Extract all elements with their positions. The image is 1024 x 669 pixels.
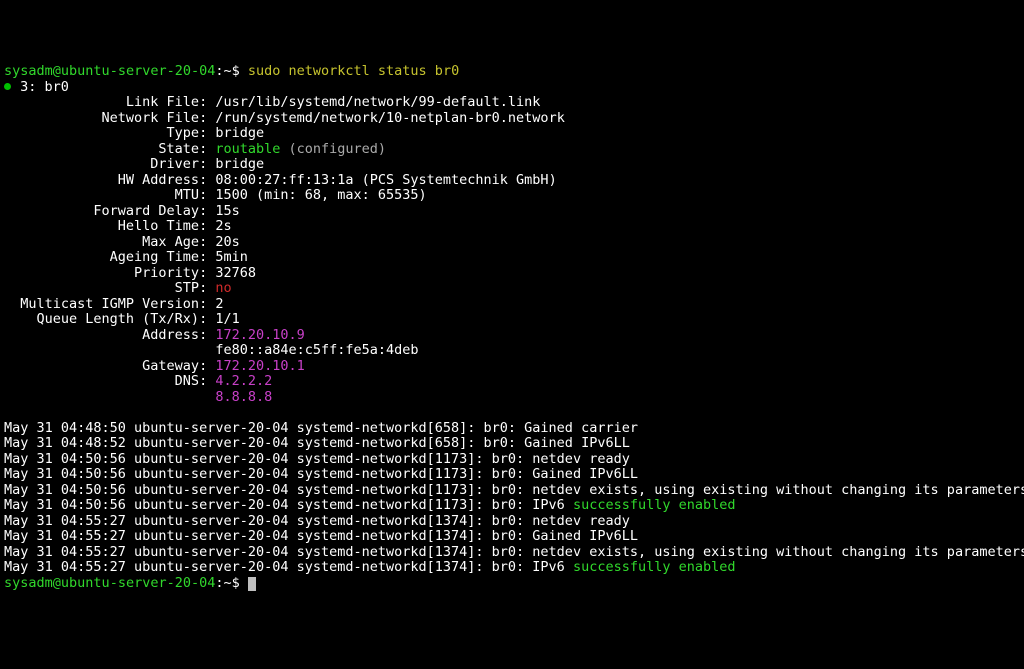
prompt-line[interactable]: sysadm@ubuntu-server-20-04:~$ <box>4 576 1020 592</box>
field-value-state-extra: (configured) <box>280 141 386 157</box>
field-label: Address: <box>4 327 215 343</box>
field-label: STP: <box>4 280 215 296</box>
field-label: Link File: <box>4 94 215 110</box>
log-line: May 31 04:55:27 ubuntu-server-20-04 syst… <box>4 514 1020 530</box>
log-line: May 31 04:55:27 ubuntu-server-20-04 syst… <box>4 560 1020 576</box>
field-value: bridge <box>215 125 264 141</box>
field-value-state: routable <box>215 141 280 157</box>
prompt-sep: @ <box>53 63 61 79</box>
field-hw-address: HW Address: 08:00:27:ff:13:1a (PCS Syste… <box>4 173 1020 189</box>
field-value: 2 <box>215 296 223 312</box>
field-value: 172.20.10.9 <box>215 327 304 343</box>
field-value: 2s <box>215 218 231 234</box>
field-value: 5min <box>215 249 248 265</box>
field-value: 172.20.10.1 <box>215 358 304 374</box>
prompt-user: sysadm <box>4 575 53 591</box>
log-text: May 31 04:48:50 ubuntu-server-20-04 syst… <box>4 420 638 436</box>
log-text: May 31 04:50:56 ubuntu-server-20-04 syst… <box>4 466 638 482</box>
prompt-host: ubuntu-server-20-04 <box>61 63 215 79</box>
log-text: May 31 04:55:27 ubuntu-server-20-04 syst… <box>4 513 630 529</box>
interface-header: 3: br0 <box>4 80 1020 96</box>
field-max-age: Max Age: 20s <box>4 235 1020 251</box>
prompt-sep: @ <box>53 575 61 591</box>
field-priority: Priority: 32768 <box>4 266 1020 282</box>
field-mtu: MTU: 1500 (min: 68, max: 65535) <box>4 188 1020 204</box>
log-line: May 31 04:50:56 ubuntu-server-20-04 syst… <box>4 498 1020 514</box>
field-value: no <box>215 280 231 296</box>
field-label: Max Age: <box>4 234 215 250</box>
iface-index: 3: <box>12 79 45 95</box>
log-line: May 31 04:55:27 ubuntu-server-20-04 syst… <box>4 545 1020 561</box>
field-value: 08:00:27:ff:13:1a (PCS Systemtechnik Gmb… <box>215 172 556 188</box>
log-line: May 31 04:48:52 ubuntu-server-20-04 syst… <box>4 436 1020 452</box>
log-text: May 31 04:50:56 ubuntu-server-20-04 syst… <box>4 497 573 513</box>
field-value: 1/1 <box>215 311 239 327</box>
field-label: Driver: <box>4 156 215 172</box>
log-status: successfully enabled <box>573 559 736 575</box>
field-value: 8.8.8.8 <box>215 389 272 405</box>
field-multicast-igmp-version: Multicast IGMP Version: 2 <box>4 297 1020 313</box>
log-text: May 31 04:55:27 ubuntu-server-20-04 syst… <box>4 544 1024 560</box>
field-value: 20s <box>215 234 239 250</box>
terminal-output[interactable]: sysadm@ubuntu-server-20-04:~$ sudo netwo… <box>4 64 1020 591</box>
field-value: fe80::a84e:c5ff:fe5a:4deb <box>215 342 418 358</box>
field-label: State: <box>4 141 215 157</box>
field-gateway: Gateway: 172.20.10.1 <box>4 359 1020 375</box>
field-value: /run/systemd/network/10-netplan-br0.netw… <box>215 110 565 126</box>
field-type: Type: bridge <box>4 126 1020 142</box>
log-line: May 31 04:55:27 ubuntu-server-20-04 syst… <box>4 529 1020 545</box>
prompt-line: sysadm@ubuntu-server-20-04:~$ sudo netwo… <box>4 64 1020 80</box>
field-label: HW Address: <box>4 172 215 188</box>
field-queue-length-tx-rx-: Queue Length (Tx/Rx): 1/1 <box>4 312 1020 328</box>
prompt-dir: :~$ <box>215 575 248 591</box>
field-label: Network File: <box>4 110 215 126</box>
field-label: DNS: <box>4 373 215 389</box>
log-line: May 31 04:50:56 ubuntu-server-20-04 syst… <box>4 483 1020 499</box>
status-dot-icon <box>4 83 11 90</box>
log-text: May 31 04:50:56 ubuntu-server-20-04 syst… <box>4 482 1024 498</box>
blank-line <box>4 405 1020 421</box>
field-label: Hello Time: <box>4 218 215 234</box>
field-value: bridge <box>215 156 264 172</box>
iface-name: br0 <box>45 79 69 95</box>
field-value: /usr/lib/systemd/network/99-default.link <box>215 94 540 110</box>
log-status: successfully enabled <box>573 497 736 513</box>
command-text: sudo networkctl status br0 <box>248 63 459 79</box>
field-ageing-time: Ageing Time: 5min <box>4 250 1020 266</box>
field-value: 32768 <box>215 265 256 281</box>
field-value: 15s <box>215 203 239 219</box>
field-value: 4.2.2.2 <box>215 373 272 389</box>
log-text: May 31 04:48:52 ubuntu-server-20-04 syst… <box>4 435 630 451</box>
field-driver: Driver: bridge <box>4 157 1020 173</box>
field-value: 1500 (min: 68, max: 65535) <box>215 187 426 203</box>
field-stp: STP: no <box>4 281 1020 297</box>
field-label: Ageing Time: <box>4 249 215 265</box>
log-text: May 31 04:50:56 ubuntu-server-20-04 syst… <box>4 451 630 467</box>
field-label: Type: <box>4 125 215 141</box>
prompt-dir: :~$ <box>215 63 248 79</box>
log-line: May 31 04:50:56 ubuntu-server-20-04 syst… <box>4 467 1020 483</box>
field-label: Priority: <box>4 265 215 281</box>
field-dns: DNS: 4.2.2.2 <box>4 374 1020 390</box>
field-network-file: Network File: /run/systemd/network/10-ne… <box>4 111 1020 127</box>
field-continuation: 8.8.8.8 <box>4 390 1020 406</box>
field-continuation: fe80::a84e:c5ff:fe5a:4deb <box>4 343 1020 359</box>
field-label: Forward Delay: <box>4 203 215 219</box>
cursor-icon <box>248 577 256 591</box>
prompt-host: ubuntu-server-20-04 <box>61 575 215 591</box>
field-label: MTU: <box>4 187 215 203</box>
log-text: May 31 04:55:27 ubuntu-server-20-04 syst… <box>4 559 573 575</box>
log-text: May 31 04:55:27 ubuntu-server-20-04 syst… <box>4 528 638 544</box>
field-state: State: routable (configured) <box>4 142 1020 158</box>
field-link-file: Link File: /usr/lib/systemd/network/99-d… <box>4 95 1020 111</box>
field-hello-time: Hello Time: 2s <box>4 219 1020 235</box>
log-line: May 31 04:48:50 ubuntu-server-20-04 syst… <box>4 421 1020 437</box>
prompt-user: sysadm <box>4 63 53 79</box>
field-address: Address: 172.20.10.9 <box>4 328 1020 344</box>
field-label: Multicast IGMP Version: <box>4 296 215 312</box>
log-line: May 31 04:50:56 ubuntu-server-20-04 syst… <box>4 452 1020 468</box>
field-forward-delay: Forward Delay: 15s <box>4 204 1020 220</box>
field-label: Gateway: <box>4 358 215 374</box>
field-label: Queue Length (Tx/Rx): <box>4 311 215 327</box>
